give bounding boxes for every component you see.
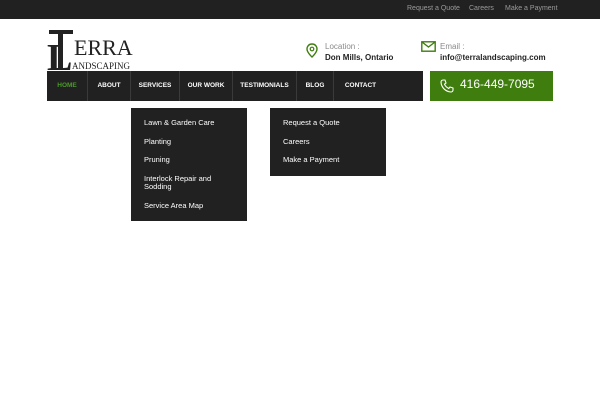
location-label: Location : [325,42,360,51]
nav-item-our-work[interactable]: Our Work [180,71,233,101]
email-label: Email : [440,42,465,51]
email-icon [421,41,436,52]
services-item-lawn-garden[interactable]: Lawn & Garden Care [144,119,214,127]
services-item-service-area-map[interactable]: Service Area Map [144,202,203,210]
quote-item-make-payment[interactable]: Make a Payment [283,156,339,164]
phone-button[interactable]: 416-449-7095 [430,71,553,101]
services-dropdown: Lawn & Garden Care Planting Pruning Inte… [131,108,247,221]
services-item-planting[interactable]: Planting [144,138,171,146]
phone-number: 416-449-7095 [460,77,535,91]
nav-item-testimonials[interactable]: Testimonials [233,71,297,101]
nav-item-services[interactable]: Services [131,71,180,101]
nav-item-contact[interactable]: Contact [334,71,387,101]
phone-icon [440,79,454,93]
main-nav: Home About Services Our Work Testimonial… [47,71,423,101]
topbar-link-careers[interactable]: Careers [469,5,494,12]
services-item-interlock[interactable]: Interlock Repair and Sodding [144,175,234,191]
nav-item-about[interactable]: About [88,71,131,101]
email-value[interactable]: info@terralandscaping.com [440,53,546,62]
services-item-pruning[interactable]: Pruning [144,156,170,164]
quote-item-careers[interactable]: Careers [283,138,310,146]
site-logo[interactable]: L ERRA ANDSCAPING [47,29,147,71]
top-bar: Request a Quote Careers Make a Payment [0,0,600,19]
nav-item-home[interactable]: Home [47,71,88,101]
topbar-link-make-payment[interactable]: Make a Payment [505,5,558,12]
quote-item-request-quote[interactable]: Request a Quote [283,119,340,127]
nav-item-blog[interactable]: Blog [297,71,334,101]
logo-big-letter: L [47,37,72,71]
logo-word-top: ERRA [74,35,133,60]
logo-word-bottom: ANDSCAPING [72,61,131,71]
location-pin-icon [306,43,318,58]
quote-dropdown: Request a Quote Careers Make a Payment [270,108,386,176]
topbar-link-request-quote[interactable]: Request a Quote [407,5,460,12]
location-value: Don Mills, Ontario [325,53,394,62]
